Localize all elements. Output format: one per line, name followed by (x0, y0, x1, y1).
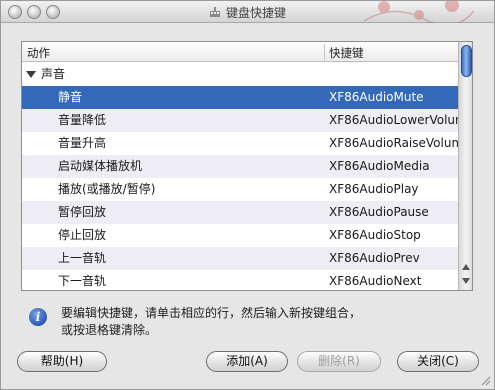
close-button[interactable]: 关闭(C) (397, 351, 479, 372)
table-row[interactable]: 启动媒体播放机 XF86AudioMedia (22, 155, 458, 178)
group-label: 声音 (41, 67, 66, 81)
column-header-action[interactable]: 动作 (27, 45, 50, 61)
table-row[interactable]: 音量升高 XF86AudioRaiseVolum (22, 132, 458, 155)
table-row[interactable]: 音量降低 XF86AudioLowerVolum (22, 109, 458, 132)
action-cell: 音量降低 (58, 113, 107, 127)
table-row[interactable]: 停止回放 XF86AudioStop (22, 224, 458, 247)
shortcuts-tree-view[interactable]: 动作 快捷键 声音 静音 XF86AudioMute 音量降低 XF86Audi… (21, 41, 473, 291)
shortcut-cell: XF86AudioPrev (329, 251, 420, 265)
shortcut-cell: XF86AudioMedia (329, 159, 430, 173)
table-row[interactable]: 静音 XF86AudioMute (22, 86, 458, 109)
tree-header: 动作 快捷键 (22, 42, 458, 62)
group-row-sound[interactable]: 声音 (22, 63, 458, 86)
info-message: 要编辑快捷键，请单击相应的行，然后输入新按键组合，或按退格键清除。 (61, 306, 362, 337)
scroll-up-icon[interactable] (462, 264, 470, 270)
titlebar-decoration (364, 1, 474, 23)
action-cell: 播放(或播放/暂停) (58, 182, 156, 196)
table-row[interactable]: 下一音轨 XF86AudioNext (22, 270, 458, 290)
table-row[interactable]: 播放(或播放/暂停) XF86AudioPlay (22, 178, 458, 201)
action-cell: 音量升高 (58, 136, 107, 150)
window-title: 键盘快捷键 (225, 6, 286, 20)
shortcut-cell: XF86AudioPause (329, 205, 429, 219)
info-icon: i (29, 308, 47, 326)
scrollbar-thumb[interactable] (461, 45, 472, 77)
keyboard-icon (209, 7, 220, 17)
resize-grip-icon[interactable] (481, 376, 491, 386)
title-bar: 键盘快捷键 (1, 1, 494, 23)
shortcut-cell: XF86AudioLowerVolum (329, 113, 458, 127)
expander-arrow-icon[interactable] (26, 71, 36, 78)
table-row[interactable]: 上一音轨 XF86AudioPrev (22, 247, 458, 270)
shortcut-cell: XF86AudioMute (329, 90, 424, 104)
column-header-shortcut[interactable]: 快捷键 (329, 45, 364, 61)
shortcut-cell: XF86AudioStop (329, 228, 421, 242)
action-cell: 停止回放 (58, 228, 107, 242)
tree-rows: 声音 静音 XF86AudioMute 音量降低 XF86AudioLowerV… (22, 63, 458, 290)
column-separator[interactable] (324, 44, 325, 60)
action-cell: 暂停回放 (58, 205, 107, 219)
action-cell: 静音 (58, 90, 83, 104)
action-cell: 下一音轨 (58, 274, 107, 288)
keyboard-shortcuts-window: 键盘快捷键 动作 快捷键 声音 静音 XF86AudioMute 音量降低 XF… (0, 0, 495, 390)
shortcut-cell: XF86AudioPlay (329, 182, 419, 196)
remove-button[interactable]: 删除(R) (297, 351, 381, 372)
vertical-scrollbar[interactable] (458, 42, 472, 290)
action-cell: 启动媒体播放机 (58, 159, 143, 173)
action-cell: 上一音轨 (58, 251, 107, 265)
add-button[interactable]: 添加(A) (206, 351, 288, 372)
shortcut-cell: XF86AudioRaiseVolum (329, 136, 458, 150)
help-button[interactable]: 帮助(H) (17, 351, 107, 372)
table-row[interactable]: 暂停回放 XF86AudioPause (22, 201, 458, 224)
shortcut-cell: XF86AudioNext (329, 274, 422, 288)
scroll-down-icon[interactable] (462, 278, 470, 284)
